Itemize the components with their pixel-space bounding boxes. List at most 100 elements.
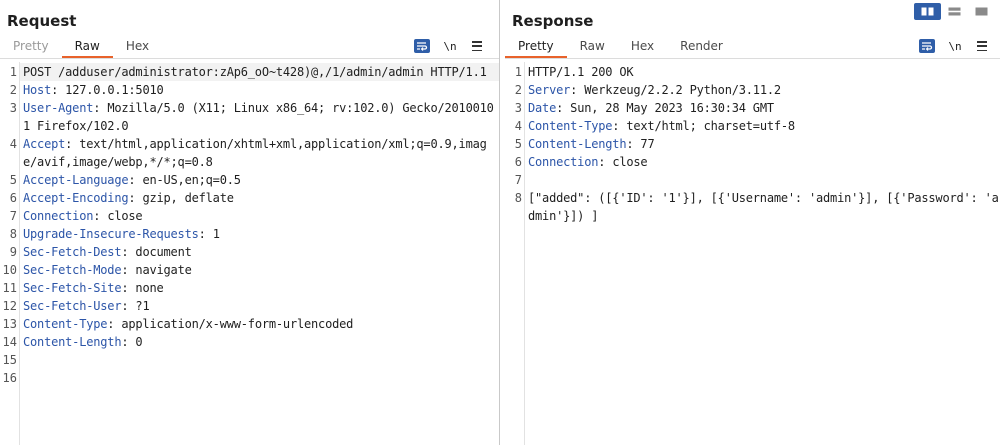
response-editor[interactable]: 1 HTTP/1.1 200 OK 2 Server: Werkzeug/2.2.2 … xyxy=(505,62,1000,445)
code-text: Accept-Encoding: gzip, deflate xyxy=(23,191,234,205)
response-toolbar: \n xyxy=(919,38,989,54)
split-horizontal-icon[interactable] xyxy=(941,3,968,20)
code-text: Sec-Fetch-Mode: navigate xyxy=(23,263,192,277)
header-name: Content-Type xyxy=(528,119,613,133)
code-line: 1 POST /adduser/administrator:zAp6_oO~t42… xyxy=(0,63,499,81)
line-number: 16 xyxy=(2,371,17,385)
code-line: 12 Sec-Fetch-User: ?1 xyxy=(0,297,499,315)
line-number: 7 xyxy=(514,173,522,187)
response-tabs: Pretty Raw Hex Render xyxy=(505,38,736,58)
code-line: 3 Date: Sun, 28 May 2023 16:30:34 GMT xyxy=(505,99,1000,117)
request-editor[interactable]: 1 POST /adduser/administrator:zAp6_oO~t42… xyxy=(0,62,499,445)
code-line: 14 Content-Length: 0 xyxy=(0,333,499,351)
code-line: 2 Host: 127.0.0.1:5010 xyxy=(0,81,499,99)
header-value: navigate xyxy=(135,263,192,277)
header-value: Werkzeug/2.2.2 Python/3.11.2 xyxy=(584,83,781,97)
code-text: User-Agent: Mozilla/5.0 (X11; Linux x86_… xyxy=(23,101,494,133)
header-value: ?1 xyxy=(135,299,150,313)
code-text: Connection: close xyxy=(528,155,648,169)
line-number: 15 xyxy=(2,353,17,367)
tab-raw[interactable]: Raw xyxy=(567,38,618,58)
response-title: Response xyxy=(512,12,594,30)
code-line: 8 ["added": ([{'ID': '1'}], [{'Username':… xyxy=(505,189,1000,225)
tab-divider xyxy=(0,58,499,59)
code-text: Server: Werkzeug/2.2.2 Python/3.11.2 xyxy=(528,83,781,97)
response-pane: Response Pretty Raw Hex Render \n 1 HTTP/… xyxy=(505,0,1000,445)
code-text: Sec-Fetch-Dest: document xyxy=(23,245,192,259)
header-name: Connection xyxy=(528,155,599,169)
code-line: 2 Server: Werkzeug/2.2.2 Python/3.11.2 xyxy=(505,81,1000,99)
code-text: Content-Type: text/html; charset=utf-8 xyxy=(528,119,795,133)
header-name: Sec-Fetch-User xyxy=(23,299,122,313)
header-name: Server xyxy=(528,83,571,97)
code-line: 11 Sec-Fetch-Site: none xyxy=(0,279,499,297)
tab-render[interactable]: Render xyxy=(667,38,736,58)
code-text: Connection: close xyxy=(23,209,143,223)
header-name: Host xyxy=(23,83,52,97)
line-number: 3 xyxy=(514,101,522,115)
code-line: 8 Upgrade-Insecure-Requests: 1 xyxy=(0,225,499,243)
newline-toggle-button[interactable]: \n xyxy=(442,40,458,53)
code-line: 15 xyxy=(0,351,499,369)
code-text: HTTP/1.1 200 OK xyxy=(525,63,1000,81)
header-value: 1 xyxy=(212,227,220,241)
line-value: ["added": ([{'ID': '1'}], [{'Username': … xyxy=(528,191,999,223)
wrap-lines-icon[interactable] xyxy=(919,39,935,53)
code-text: Date: Sun, 28 May 2023 16:30:34 GMT xyxy=(528,101,774,115)
request-lines: 1 POST /adduser/administrator:zAp6_oO~t42… xyxy=(0,63,499,387)
tab-hex[interactable]: Hex xyxy=(113,38,162,58)
header-value: text/html; charset=utf-8 xyxy=(626,119,795,133)
code-line: 6 Accept-Encoding: gzip, deflate xyxy=(0,189,499,207)
wrap-lines-icon[interactable] xyxy=(414,39,430,53)
header-name: Sec-Fetch-Dest xyxy=(23,245,122,259)
request-pane: Request Pretty Raw Hex \n 1 POST /adduser… xyxy=(0,0,499,445)
header-name: Sec-Fetch-Mode xyxy=(23,263,122,277)
code-text: Accept: text/html,application/xhtml+xml,… xyxy=(23,137,487,169)
menu-icon[interactable] xyxy=(470,40,484,52)
line-value: POST /adduser/administrator:zAp6_oO~t428… xyxy=(23,65,487,79)
code-line: 13 Content-Type: application/x-www-form-u… xyxy=(0,315,499,333)
code-line: 16 xyxy=(0,369,499,387)
line-number: 4 xyxy=(514,119,522,133)
line-number: 11 xyxy=(2,281,17,295)
code-line: 5 Content-Length: 77 xyxy=(505,135,1000,153)
tab-raw[interactable]: Raw xyxy=(61,38,114,58)
code-text: Upgrade-Insecure-Requests: 1 xyxy=(23,227,220,241)
line-number: 5 xyxy=(514,137,522,151)
code-text: Sec-Fetch-Site: none xyxy=(23,281,164,295)
line-number: 14 xyxy=(2,335,17,349)
single-pane-icon[interactable] xyxy=(968,3,995,20)
line-number: 1 xyxy=(9,65,17,79)
code-line: 9 Sec-Fetch-Dest: document xyxy=(0,243,499,261)
header-name: User-Agent xyxy=(23,101,94,115)
line-number: 12 xyxy=(2,299,17,313)
code-line: 6 Connection: close xyxy=(505,153,1000,171)
line-number: 2 xyxy=(9,83,17,97)
header-name: Content-Length xyxy=(23,335,122,349)
header-value: en-US,en;q=0.5 xyxy=(142,173,241,187)
tab-pretty[interactable]: Pretty xyxy=(505,38,567,58)
header-value: close xyxy=(612,155,648,169)
header-value: text/html,application/xhtml+xml,applicat… xyxy=(23,137,487,169)
code-text: Content-Length: 77 xyxy=(528,137,655,151)
line-number: 7 xyxy=(9,209,17,223)
newline-toggle-button[interactable]: \n xyxy=(947,40,963,53)
line-number: 10 xyxy=(2,263,17,277)
code-text: Content-Type: application/x-www-form-url… xyxy=(23,317,354,331)
header-name: Accept xyxy=(23,137,66,151)
header-name: Sec-Fetch-Site xyxy=(23,281,122,295)
menu-icon[interactable] xyxy=(975,40,989,52)
request-title: Request xyxy=(7,12,77,30)
header-value: none xyxy=(135,281,164,295)
tab-pretty[interactable]: Pretty xyxy=(0,38,62,58)
code-line: 7 Connection: close xyxy=(0,207,499,225)
split-vertical-icon[interactable] xyxy=(914,3,941,20)
header-name: Date xyxy=(528,101,557,115)
tab-hex[interactable]: Hex xyxy=(618,38,667,58)
code-line: 1 HTTP/1.1 200 OK xyxy=(505,63,1000,81)
code-text: Content-Length: 0 xyxy=(23,335,143,349)
header-name: Upgrade-Insecure-Requests xyxy=(23,227,199,241)
header-name: Content-Type xyxy=(23,317,108,331)
